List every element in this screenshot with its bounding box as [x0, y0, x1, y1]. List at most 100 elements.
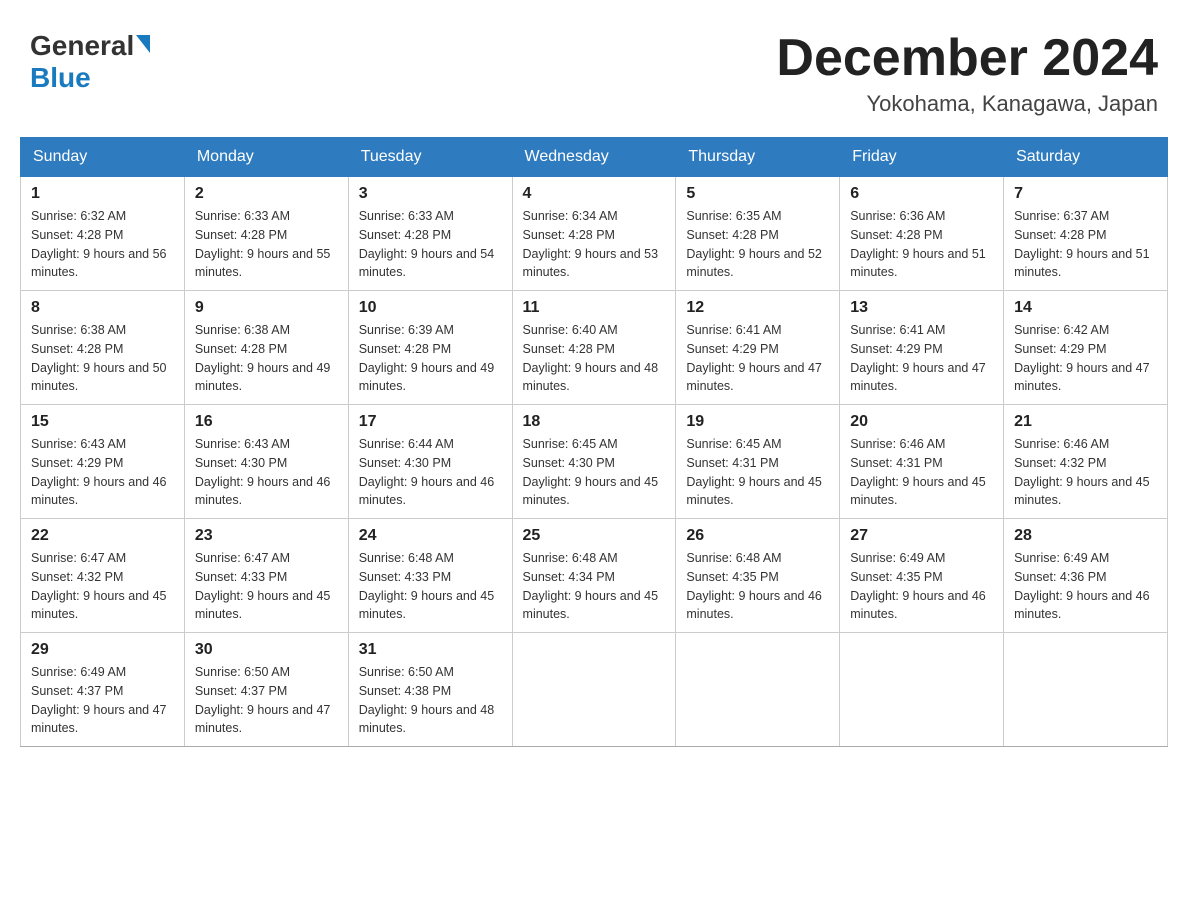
calendar-cell: 12Sunrise: 6:41 AMSunset: 4:29 PMDayligh… [676, 291, 840, 405]
day-info: Sunrise: 6:41 AMSunset: 4:29 PMDaylight:… [850, 323, 986, 393]
day-number: 14 [1014, 299, 1157, 317]
calendar-cell: 27Sunrise: 6:49 AMSunset: 4:35 PMDayligh… [840, 519, 1004, 633]
day-number: 30 [195, 641, 338, 659]
day-number: 16 [195, 413, 338, 431]
calendar-cell: 7 Sunrise: 6:37 AMSunset: 4:28 PMDaylight… [1004, 177, 1168, 291]
day-info: Sunrise: 6:37 AMSunset: 4:28 PMDaylight:… [1014, 209, 1150, 279]
day-number: 21 [1014, 413, 1157, 431]
day-number: 4 [523, 185, 666, 203]
calendar-week-4: 22Sunrise: 6:47 AMSunset: 4:32 PMDayligh… [21, 519, 1168, 633]
location-title: Yokohama, Kanagawa, Japan [776, 91, 1158, 117]
calendar-cell: 10Sunrise: 6:39 AMSunset: 4:28 PMDayligh… [348, 291, 512, 405]
calendar-cell: 8Sunrise: 6:38 AMSunset: 4:28 PMDaylight… [21, 291, 185, 405]
day-number: 31 [359, 641, 502, 659]
day-info: Sunrise: 6:33 AMSunset: 4:28 PMDaylight:… [359, 209, 495, 279]
calendar-cell [676, 633, 840, 747]
day-number: 6 [850, 185, 993, 203]
logo-blue-container [134, 39, 150, 53]
month-title: December 2024 [776, 30, 1158, 87]
day-number: 15 [31, 413, 174, 431]
calendar-cell [512, 633, 676, 747]
day-number: 1 [31, 185, 174, 203]
calendar-cell: 11 Sunrise: 6:40 AMSunset: 4:28 PMDayligh… [512, 291, 676, 405]
day-number: 28 [1014, 527, 1157, 545]
header-day-thursday: Thursday [676, 138, 840, 177]
day-info: Sunrise: 6:44 AMSunset: 4:30 PMDaylight:… [359, 437, 495, 507]
calendar-cell: 15Sunrise: 6:43 AMSunset: 4:29 PMDayligh… [21, 405, 185, 519]
day-info: Sunrise: 6:50 AMSunset: 4:38 PMDaylight:… [359, 665, 495, 735]
day-number: 18 [523, 413, 666, 431]
day-info: Sunrise: 6:38 AMSunset: 4:28 PMDaylight:… [195, 323, 331, 393]
header-day-monday: Monday [184, 138, 348, 177]
day-info: Sunrise: 6:49 AMSunset: 4:35 PMDaylight:… [850, 551, 986, 621]
calendar-header: SundayMondayTuesdayWednesdayThursdayFrid… [21, 138, 1168, 177]
day-info: Sunrise: 6:36 AMSunset: 4:28 PMDaylight:… [850, 209, 986, 279]
day-number: 9 [195, 299, 338, 317]
day-info: Sunrise: 6:35 AMSunset: 4:28 PMDaylight:… [686, 209, 822, 279]
title-section: December 2024 Yokohama, Kanagawa, Japan [776, 30, 1158, 117]
calendar-cell [1004, 633, 1168, 747]
day-info: Sunrise: 6:45 AMSunset: 4:30 PMDaylight:… [523, 437, 659, 507]
calendar-week-1: 1Sunrise: 6:32 AMSunset: 4:28 PMDaylight… [21, 177, 1168, 291]
day-info: Sunrise: 6:48 AMSunset: 4:35 PMDaylight:… [686, 551, 822, 621]
header-day-sunday: Sunday [21, 138, 185, 177]
day-number: 12 [686, 299, 829, 317]
day-number: 26 [686, 527, 829, 545]
calendar-cell: 16 Sunrise: 6:43 AMSunset: 4:30 PMDayligh… [184, 405, 348, 519]
day-info: Sunrise: 6:47 AMSunset: 4:32 PMDaylight:… [31, 551, 167, 621]
calendar-cell: 22Sunrise: 6:47 AMSunset: 4:32 PMDayligh… [21, 519, 185, 633]
calendar-cell: 28 Sunrise: 6:49 AMSunset: 4:36 PMDayligh… [1004, 519, 1168, 633]
day-number: 13 [850, 299, 993, 317]
day-info: Sunrise: 6:34 AMSunset: 4:28 PMDaylight:… [523, 209, 659, 279]
day-number: 3 [359, 185, 502, 203]
calendar-cell: 5 Sunrise: 6:35 AMSunset: 4:28 PMDaylight… [676, 177, 840, 291]
day-info: Sunrise: 6:46 AMSunset: 4:31 PMDaylight:… [850, 437, 986, 507]
day-info: Sunrise: 6:33 AMSunset: 4:28 PMDaylight:… [195, 209, 331, 279]
day-info: Sunrise: 6:49 AMSunset: 4:36 PMDaylight:… [1014, 551, 1150, 621]
day-number: 5 [686, 185, 829, 203]
day-info: Sunrise: 6:40 AMSunset: 4:28 PMDaylight:… [523, 323, 659, 393]
header-row: SundayMondayTuesdayWednesdayThursdayFrid… [21, 138, 1168, 177]
calendar-cell: 30 Sunrise: 6:50 AMSunset: 4:37 PMDayligh… [184, 633, 348, 747]
day-number: 11 [523, 299, 666, 317]
day-number: 2 [195, 185, 338, 203]
calendar-cell: 20 Sunrise: 6:46 AMSunset: 4:31 PMDayligh… [840, 405, 1004, 519]
day-number: 29 [31, 641, 174, 659]
day-info: Sunrise: 6:48 AMSunset: 4:33 PMDaylight:… [359, 551, 495, 621]
day-info: Sunrise: 6:49 AMSunset: 4:37 PMDaylight:… [31, 665, 167, 735]
calendar-cell: 19Sunrise: 6:45 AMSunset: 4:31 PMDayligh… [676, 405, 840, 519]
calendar-cell: 13 Sunrise: 6:41 AMSunset: 4:29 PMDayligh… [840, 291, 1004, 405]
day-number: 20 [850, 413, 993, 431]
day-number: 17 [359, 413, 502, 431]
day-info: Sunrise: 6:48 AMSunset: 4:34 PMDaylight:… [523, 551, 659, 621]
day-number: 23 [195, 527, 338, 545]
day-number: 7 [1014, 185, 1157, 203]
calendar-cell: 9 Sunrise: 6:38 AMSunset: 4:28 PMDaylight… [184, 291, 348, 405]
day-number: 10 [359, 299, 502, 317]
header-day-wednesday: Wednesday [512, 138, 676, 177]
calendar-cell: 23 Sunrise: 6:47 AMSunset: 4:33 PMDayligh… [184, 519, 348, 633]
calendar-cell: 31 Sunrise: 6:50 AMSunset: 4:38 PMDayligh… [348, 633, 512, 747]
calendar-cell: 1Sunrise: 6:32 AMSunset: 4:28 PMDaylight… [21, 177, 185, 291]
calendar-cell: 6 Sunrise: 6:36 AMSunset: 4:28 PMDaylight… [840, 177, 1004, 291]
logo: General Blue [30, 30, 150, 94]
calendar-cell: 18 Sunrise: 6:45 AMSunset: 4:30 PMDayligh… [512, 405, 676, 519]
calendar-week-2: 8Sunrise: 6:38 AMSunset: 4:28 PMDaylight… [21, 291, 1168, 405]
calendar-cell: 25Sunrise: 6:48 AMSunset: 4:34 PMDayligh… [512, 519, 676, 633]
day-info: Sunrise: 6:38 AMSunset: 4:28 PMDaylight:… [31, 323, 167, 393]
calendar-week-3: 15Sunrise: 6:43 AMSunset: 4:29 PMDayligh… [21, 405, 1168, 519]
day-number: 24 [359, 527, 502, 545]
calendar-table: SundayMondayTuesdayWednesdayThursdayFrid… [20, 137, 1168, 747]
calendar-week-5: 29 Sunrise: 6:49 AMSunset: 4:37 PMDayligh… [21, 633, 1168, 747]
day-info: Sunrise: 6:50 AMSunset: 4:37 PMDaylight:… [195, 665, 331, 735]
calendar-cell: 24 Sunrise: 6:48 AMSunset: 4:33 PMDayligh… [348, 519, 512, 633]
day-info: Sunrise: 6:43 AMSunset: 4:30 PMDaylight:… [195, 437, 331, 507]
day-info: Sunrise: 6:45 AMSunset: 4:31 PMDaylight:… [686, 437, 822, 507]
header-day-tuesday: Tuesday [348, 138, 512, 177]
header-day-friday: Friday [840, 138, 1004, 177]
logo-general-text: General [30, 30, 134, 62]
day-info: Sunrise: 6:47 AMSunset: 4:33 PMDaylight:… [195, 551, 331, 621]
calendar-cell: 29 Sunrise: 6:49 AMSunset: 4:37 PMDayligh… [21, 633, 185, 747]
page-header: General Blue December 2024 Yokohama, Kan… [20, 20, 1168, 117]
calendar-cell: 14Sunrise: 6:42 AMSunset: 4:29 PMDayligh… [1004, 291, 1168, 405]
